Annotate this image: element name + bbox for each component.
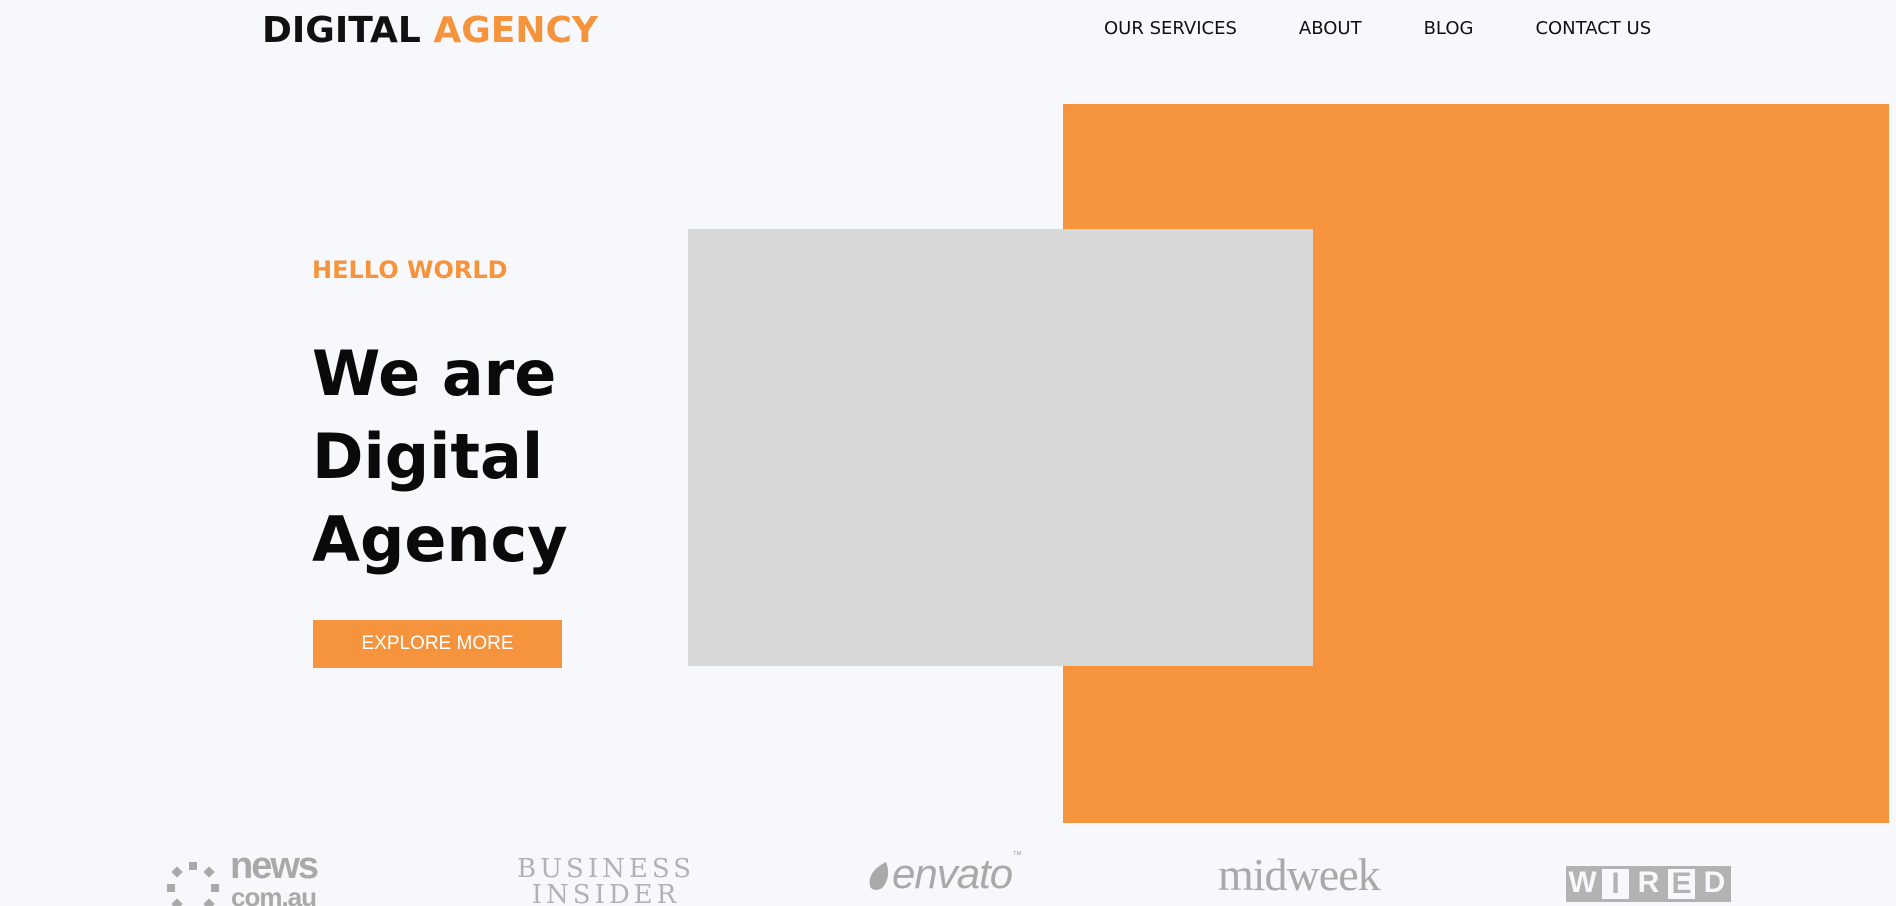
- page: DIGITAL AGENCY OUR SERVICES ABOUT BLOG C…: [0, 0, 1896, 906]
- headline-line: We are: [312, 337, 557, 410]
- logo-accent: AGENCY: [433, 10, 598, 51]
- news-sub: com.au: [231, 882, 317, 906]
- explore-more-button[interactable]: EXPLORE MORE: [313, 620, 562, 668]
- wired-letter: W: [1566, 866, 1599, 902]
- headline-line: Digital: [312, 420, 544, 493]
- site-logo[interactable]: DIGITAL AGENCY: [262, 10, 598, 51]
- news-dots-icon: [167, 862, 219, 906]
- logo-primary: DIGITAL: [262, 10, 421, 51]
- main-nav: OUR SERVICES ABOUT BLOG CONTACT US: [1104, 18, 1651, 39]
- headline-line: Agency: [312, 503, 568, 576]
- envato-leaf-icon: [869, 862, 889, 890]
- wired-letter: R: [1632, 866, 1665, 902]
- envato-logo: envato™: [866, 850, 1022, 898]
- wired-letter: D: [1698, 866, 1731, 902]
- news-word: news: [230, 850, 319, 887]
- business-insider-logo: BUSINESS INSIDER: [517, 856, 695, 906]
- wired-logo: W I R E D: [1566, 866, 1731, 902]
- bi-line-1: BUSINESS: [517, 854, 695, 884]
- wired-letter: E: [1665, 866, 1698, 902]
- envato-tm: ™: [1012, 850, 1022, 861]
- wired-letter: I: [1599, 866, 1632, 902]
- hero-image-placeholder: [688, 229, 1313, 666]
- nav-contact-us[interactable]: CONTACT US: [1535, 18, 1651, 39]
- midweek-logo: midweek: [1218, 850, 1381, 900]
- bi-line-2: INSIDER: [531, 880, 681, 906]
- hero-headline: We are Digital Agency: [312, 332, 612, 581]
- nav-our-services[interactable]: OUR SERVICES: [1104, 18, 1237, 39]
- envato-word: envato: [892, 850, 1013, 897]
- press-logos-strip: news com.au BUSINESS INSIDER envato™ mid…: [0, 850, 1896, 906]
- hero-eyebrow: HELLO WORLD: [312, 256, 508, 284]
- nav-about[interactable]: ABOUT: [1299, 18, 1362, 39]
- nav-blog[interactable]: BLOG: [1424, 18, 1474, 39]
